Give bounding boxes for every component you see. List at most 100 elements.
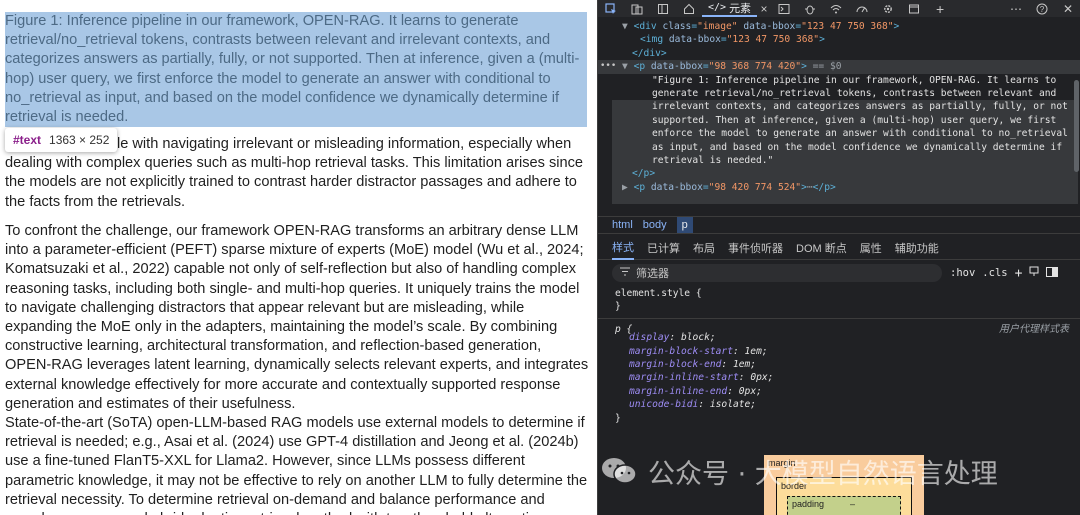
dom-tree: ▼ <div class="image" data-bbox="123 47 7… [598, 20, 1080, 213]
attr-name: data-bbox [668, 34, 721, 46]
p-rule-header[interactable]: p {用户代理样式表 [598, 317, 1080, 335]
prop-value: 0px; [750, 372, 774, 384]
tooltip-node-type: #text [13, 133, 42, 147]
rule-close: } [598, 412, 1080, 425]
tab-properties[interactable]: 属性 [860, 240, 882, 256]
bug-icon[interactable] [797, 0, 823, 17]
breadcrumb: html body p [598, 216, 1080, 234]
dom-node-div-close[interactable]: </div> [598, 47, 1080, 60]
prop-value: block; [681, 332, 716, 344]
attr-name: class [662, 21, 692, 32]
tab-dom-breakpoints[interactable]: DOM 断点 [796, 240, 847, 256]
device-icon[interactable] [624, 0, 650, 17]
close-tag: </div> [632, 47, 667, 59]
prop-name: margin-block-end [629, 358, 722, 370]
padding-label: padding [792, 499, 825, 509]
tag-name: p [639, 61, 646, 73]
hov-toggle[interactable]: :hov [950, 267, 975, 279]
panel-icon[interactable] [650, 0, 676, 17]
svg-text:?: ? [1040, 5, 1045, 14]
computed-styles-icon[interactable] [1029, 266, 1039, 280]
new-rule-icon[interactable]: + [1015, 266, 1023, 281]
css-property[interactable]: margin-block-end: 1em; [598, 358, 1080, 371]
styles-pane: element.style { } p {用户代理样式表 display: bl… [598, 287, 1080, 425]
dom-node-p-close[interactable]: </p> [598, 167, 1080, 180]
text-node-content: "Figure 1: Inference pipeline in our fra… [652, 74, 1057, 86]
close-icon[interactable]: ✕ [1055, 0, 1080, 17]
css-property[interactable]: margin-inline-end: 0px; [598, 385, 1080, 398]
element-style-rule[interactable]: element.style { [598, 287, 1080, 300]
text-node-line: enforce the model to generate an answer … [598, 127, 1080, 140]
elements-icon: </> [708, 2, 727, 13]
inspect-icon[interactable] [598, 0, 624, 17]
prop-name: margin-block-start [629, 345, 733, 357]
attr-value: "98 368 774 420" [708, 61, 802, 73]
breadcrumb-body[interactable]: body [643, 219, 667, 231]
styles-tools: :hov .cls + [950, 264, 1059, 282]
styles-subtabs: 样式 已计算 布局 事件侦听器 DOM 断点 属性 辅助功能 [598, 236, 1080, 260]
more-actions-icon[interactable]: ••• [600, 60, 616, 73]
cls-toggle[interactable]: .cls [982, 267, 1007, 279]
dom-node-div-image[interactable]: ▼ <div class="image" data-bbox="123 47 7… [598, 20, 1080, 33]
settings-gear-icon[interactable] [875, 0, 901, 17]
attr-value: "123 47 750 368" [801, 21, 894, 32]
attr-name: data-bbox [650, 61, 703, 73]
breadcrumb-html[interactable]: html [612, 219, 633, 231]
text-node-line: "Figure 1: Inference pipeline in our fra… [598, 74, 1080, 87]
tab-elements[interactable]: </> 元素 [702, 0, 758, 17]
devtools-toolbar: </> 元素 × + ⋯ ? ✕ [598, 0, 1080, 17]
prop-name: display [629, 332, 670, 344]
tab-styles[interactable]: 样式 [612, 236, 634, 260]
dom-node-p-selected[interactable]: ••• ▼ <p data-bbox="98 368 774 420"> == $… [598, 60, 1080, 74]
tab-layout[interactable]: 布局 [693, 240, 715, 256]
elements-tab-label: 元素 [729, 2, 752, 15]
filter-placeholder: 筛选器 [636, 268, 669, 280]
selector-text: element.style { [615, 288, 702, 299]
console-icon[interactable] [771, 0, 797, 17]
brace-text: } [615, 412, 621, 424]
window-icon[interactable] [901, 0, 927, 17]
breadcrumb-p[interactable]: p [676, 217, 693, 233]
prop-name: margin-inline-end [629, 385, 728, 397]
console-ref: == $0 [812, 61, 842, 73]
styles-filter-input[interactable]: 筛选器 [612, 264, 942, 282]
help-icon[interactable]: ? [1029, 0, 1055, 17]
home-icon[interactable] [676, 0, 702, 17]
css-property[interactable]: margin-block-start: 1em; [598, 345, 1080, 358]
tooltip-size: 1363 × 252 [49, 133, 110, 147]
paragraph-3: State-of-the-art (SoTA) open-LLM-based R… [5, 415, 588, 515]
text-node-line: supported. Then at inference, given a (m… [598, 114, 1080, 127]
prop-value: 1em; [744, 345, 768, 357]
wifi-icon[interactable] [823, 0, 849, 17]
text-node-content: retrieval is needed." [652, 154, 774, 166]
performance-icon[interactable] [849, 0, 875, 17]
attr-value: "98 420 774 524" [708, 181, 802, 193]
dom-node-p-next[interactable]: ▶ <p data-bbox="98 420 774 524">⋯</p> [598, 181, 1080, 194]
tab-event-listeners[interactable]: 事件侦听器 [728, 240, 783, 256]
text-node-content: irrelevant contexts, and categorizes ans… [652, 101, 1068, 113]
attr-value: "image" [697, 21, 738, 32]
close-tab-icon[interactable]: × [757, 0, 771, 17]
tag-name: p [639, 181, 646, 193]
figure-caption-selected[interactable]: Figure 1: Inference pipeline in our fram… [5, 12, 587, 128]
tab-computed[interactable]: 已计算 [647, 240, 680, 256]
selector-text: p { [615, 323, 633, 335]
watermark: 公众号 · 大模型自然语言处理 [600, 448, 998, 494]
dom-node-img[interactable]: <img data-bbox="123 47 750 368"> [598, 33, 1080, 46]
rule-close: } [598, 300, 1080, 313]
prop-value: isolate; [709, 399, 757, 411]
attr-name: data-bbox [650, 181, 703, 193]
watermark-text: 公众号 · 大模型自然语言处理 [648, 458, 998, 490]
more-icon[interactable]: ⋯ [1003, 0, 1029, 17]
sidebar-toggle-icon[interactable] [1046, 266, 1059, 280]
tab-accessibility[interactable]: 辅助功能 [895, 240, 939, 256]
css-property[interactable]: margin-inline-start: 0px; [598, 371, 1080, 384]
add-icon[interactable]: + [927, 0, 953, 17]
box-model-padding[interactable]: padding – [787, 496, 901, 515]
brace-text: } [615, 301, 621, 313]
inspect-tooltip: #text 1363 × 252 [5, 128, 118, 152]
prop-value: 0px; [738, 385, 762, 397]
wechat-icon [600, 456, 638, 486]
text-node-content: supported. Then at inference, given a (m… [652, 114, 1057, 126]
css-property[interactable]: unicode-bidi: isolate; [598, 398, 1080, 411]
